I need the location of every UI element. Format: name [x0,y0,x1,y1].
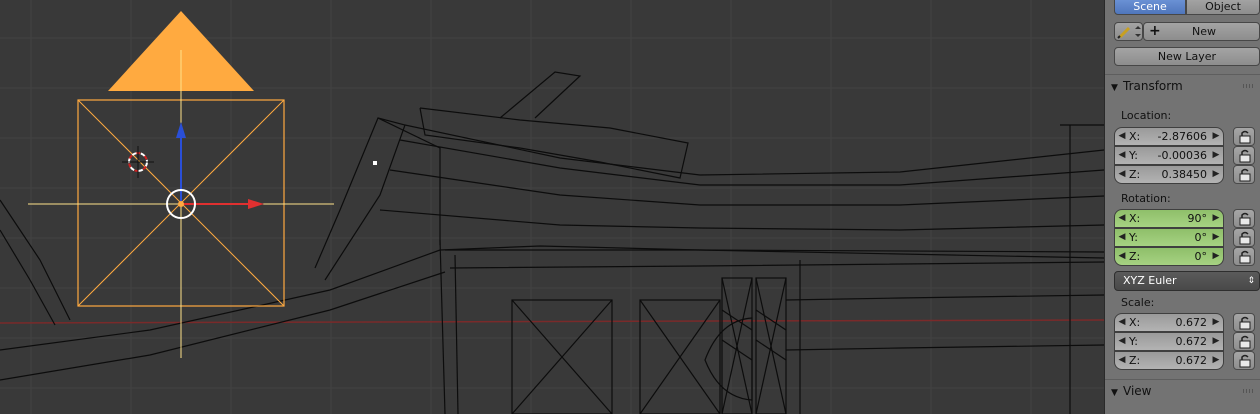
lock-icon [1239,130,1251,144]
field-value: 0.672 [1175,354,1208,367]
lock-icon [1239,354,1251,368]
lock-icon [1239,149,1251,163]
increment-icon[interactable]: ▶ [1211,229,1221,246]
decrement-icon[interactable]: ◀ [1117,128,1127,145]
grease-pencil-selector[interactable] [1114,22,1143,41]
lock-rotation-z[interactable] [1233,247,1255,266]
properties-sidebar: Scene Object + New New Layer ▼ Transform … [1104,0,1260,414]
axis-label: Z: [1129,168,1141,181]
axis-label: Z: [1129,354,1141,367]
updown-arrows-icon: ⇕ [1247,276,1255,286]
divider [1105,379,1260,380]
rotation-y-field[interactable]: ◀ Y: 0° ▶ [1114,228,1224,247]
decrement-icon[interactable]: ◀ [1117,229,1127,246]
field-value: 0° [1194,231,1208,244]
rotation-label: Rotation: [1121,192,1171,205]
lock-icon [1239,231,1251,245]
increment-icon[interactable]: ▶ [1211,314,1221,331]
panel-grip-icon[interactable] [1243,84,1255,88]
plus-icon: + [1149,23,1161,39]
axis-label: X: [1129,130,1141,143]
collapse-triangle-icon: ▼ [1111,388,1118,398]
field-value: 0.672 [1175,316,1208,329]
lock-rotation-x[interactable] [1233,209,1255,228]
field-value: 0.672 [1175,335,1208,348]
new-button-label: New [1192,25,1216,38]
axis-label: X: [1129,316,1141,329]
increment-icon[interactable]: ▶ [1211,128,1221,145]
rotation-mode-value: XYZ Euler [1123,274,1177,287]
lock-icon [1239,168,1251,182]
transform-panel-header[interactable]: ▼ Transform [1111,76,1259,96]
new-layer-button[interactable]: New Layer [1114,47,1260,66]
field-value: -2.87606 [1157,130,1207,143]
lock-location-z[interactable] [1233,165,1255,184]
view-panel-header[interactable]: ▼ View [1111,381,1259,401]
divider [1105,74,1260,75]
increment-icon[interactable]: ▶ [1211,352,1221,369]
field-value: 0° [1194,250,1208,263]
increment-icon[interactable]: ▶ [1211,210,1221,227]
increment-icon[interactable]: ▶ [1211,166,1221,183]
rotation-x-field[interactable]: ◀ X: 90° ▶ [1114,209,1224,228]
transform-title: Transform [1123,79,1183,93]
lock-icon [1239,212,1251,226]
increment-icon[interactable]: ▶ [1211,333,1221,350]
decrement-icon[interactable]: ◀ [1117,333,1127,350]
field-value: -0.00036 [1157,149,1207,162]
lock-location-x[interactable] [1233,127,1255,146]
location-y-field[interactable]: ◀ Y: -0.00036 ▶ [1114,146,1224,165]
axis-label: Y: [1129,149,1138,162]
scale-y-field[interactable]: ◀ Y: 0.672 ▶ [1114,332,1224,351]
lock-icon [1239,316,1251,330]
axis-label: Y: [1129,335,1138,348]
lock-icon [1239,250,1251,264]
wireframe-mesh[interactable] [0,71,1104,414]
tab-object[interactable]: Object [1186,0,1260,15]
lock-location-y[interactable] [1233,146,1255,165]
vertex-marker [373,161,377,165]
location-z-field[interactable]: ◀ Z: 0.38450 ▶ [1114,165,1224,184]
rotation-z-field[interactable]: ◀ Z: 0° ▶ [1114,247,1224,266]
rotation-mode-select[interactable]: XYZ Euler ⇕ [1114,271,1260,291]
scale-label: Scale: [1121,296,1155,309]
increment-icon[interactable]: ▶ [1211,248,1221,265]
viewport-scene[interactable] [0,0,1104,414]
location-label: Location: [1121,109,1172,122]
axis-label: X: [1129,212,1141,225]
transform-manipulator[interactable] [166,122,264,219]
new-button[interactable]: + New [1143,22,1260,41]
grease-pencil-icon [1117,26,1141,39]
location-x-field[interactable]: ◀ X: -2.87606 ▶ [1114,127,1224,146]
lock-scale-z[interactable] [1233,351,1255,370]
decrement-icon[interactable]: ◀ [1117,166,1127,183]
field-value: 90° [1187,212,1208,225]
decrement-icon[interactable]: ◀ [1117,352,1127,369]
lock-scale-x[interactable] [1233,313,1255,332]
lock-rotation-y[interactable] [1233,228,1255,247]
scale-z-field[interactable]: ◀ Z: 0.672 ▶ [1114,351,1224,370]
decrement-icon[interactable]: ◀ [1117,248,1127,265]
decrement-icon[interactable]: ◀ [1117,147,1127,164]
scale-x-field[interactable]: ◀ X: 0.672 ▶ [1114,313,1224,332]
crosshair-cursor-icon [122,146,154,178]
lock-scale-y[interactable] [1233,332,1255,351]
increment-icon[interactable]: ▶ [1211,147,1221,164]
panel-grip-icon[interactable] [1243,389,1255,393]
3d-viewport[interactable] [0,0,1104,414]
axis-label: Y: [1129,231,1138,244]
field-value: 0.38450 [1161,168,1208,181]
x-axis-line [0,319,1104,324]
tab-scene[interactable]: Scene [1114,0,1186,15]
lock-icon [1239,335,1251,349]
view-title: View [1123,384,1152,398]
collapse-triangle-icon: ▼ [1111,83,1118,93]
axis-label: Z: [1129,250,1141,263]
decrement-icon[interactable]: ◀ [1117,314,1127,331]
decrement-icon[interactable]: ◀ [1117,210,1127,227]
